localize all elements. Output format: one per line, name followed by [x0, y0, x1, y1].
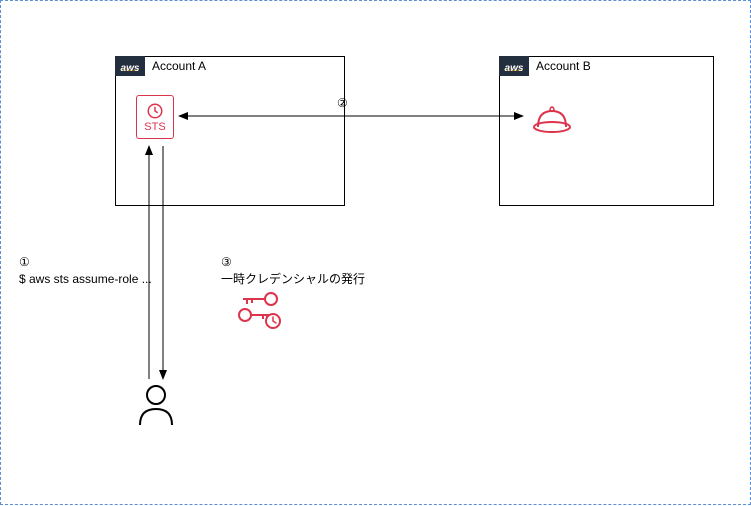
clock-icon [146, 102, 164, 120]
sts-service-box: STS [136, 95, 174, 139]
aws-logo-icon: aws [499, 56, 529, 76]
account-a-title: Account A [152, 59, 206, 73]
account-b-title: Account B [536, 59, 591, 73]
iam-role-icon [530, 105, 572, 137]
diagram-canvas: aws Account A STS aws Account B [0, 0, 751, 505]
step1-label: ① $ aws sts assume-role ... [19, 254, 152, 288]
user-icon [136, 383, 176, 427]
step2-label: ② [337, 95, 348, 112]
account-b-box: aws Account B [499, 56, 714, 206]
step3-label: ③ 一時クレデンシャルの発行 [221, 254, 365, 288]
credentials-icon [233, 289, 283, 329]
aws-logo-icon: aws [115, 56, 145, 76]
account-a-box: aws Account A STS [115, 56, 345, 206]
sts-label: STS [144, 121, 165, 133]
